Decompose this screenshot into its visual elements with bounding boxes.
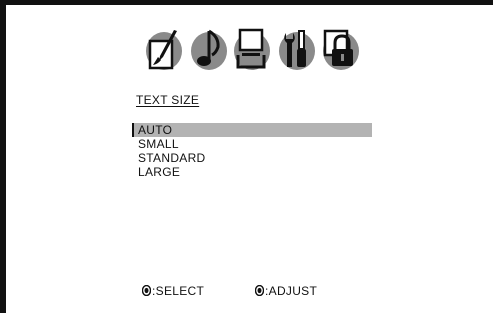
lock-icon[interactable] bbox=[321, 27, 361, 72]
tools-icon[interactable] bbox=[277, 27, 317, 72]
music-note-icon[interactable] bbox=[189, 27, 229, 72]
osd-screen: TEXT SIZE AUTO SMALL STANDARD LARGE :SEL… bbox=[0, 0, 493, 313]
dial-icon bbox=[141, 284, 152, 299]
dial-icon bbox=[254, 284, 265, 299]
option-small[interactable]: SMALL bbox=[132, 137, 372, 151]
menu-title: TEXT SIZE bbox=[136, 93, 200, 107]
menu-icon-row bbox=[144, 27, 364, 75]
option-auto[interactable]: AUTO bbox=[132, 123, 372, 137]
display-icon[interactable] bbox=[232, 27, 272, 72]
text-size-options: AUTO SMALL STANDARD LARGE bbox=[132, 123, 372, 179]
option-standard[interactable]: STANDARD bbox=[132, 151, 372, 165]
adjust-hint-label: :ADJUST bbox=[265, 284, 318, 298]
paintbrush-icon[interactable] bbox=[144, 27, 184, 72]
select-hint-label: :SELECT bbox=[152, 284, 205, 298]
frame-left-border bbox=[0, 0, 6, 313]
frame-top-border bbox=[0, 0, 493, 5]
option-large[interactable]: LARGE bbox=[132, 165, 372, 179]
adjust-hint: :ADJUST bbox=[254, 284, 318, 299]
select-hint: :SELECT bbox=[141, 284, 205, 299]
